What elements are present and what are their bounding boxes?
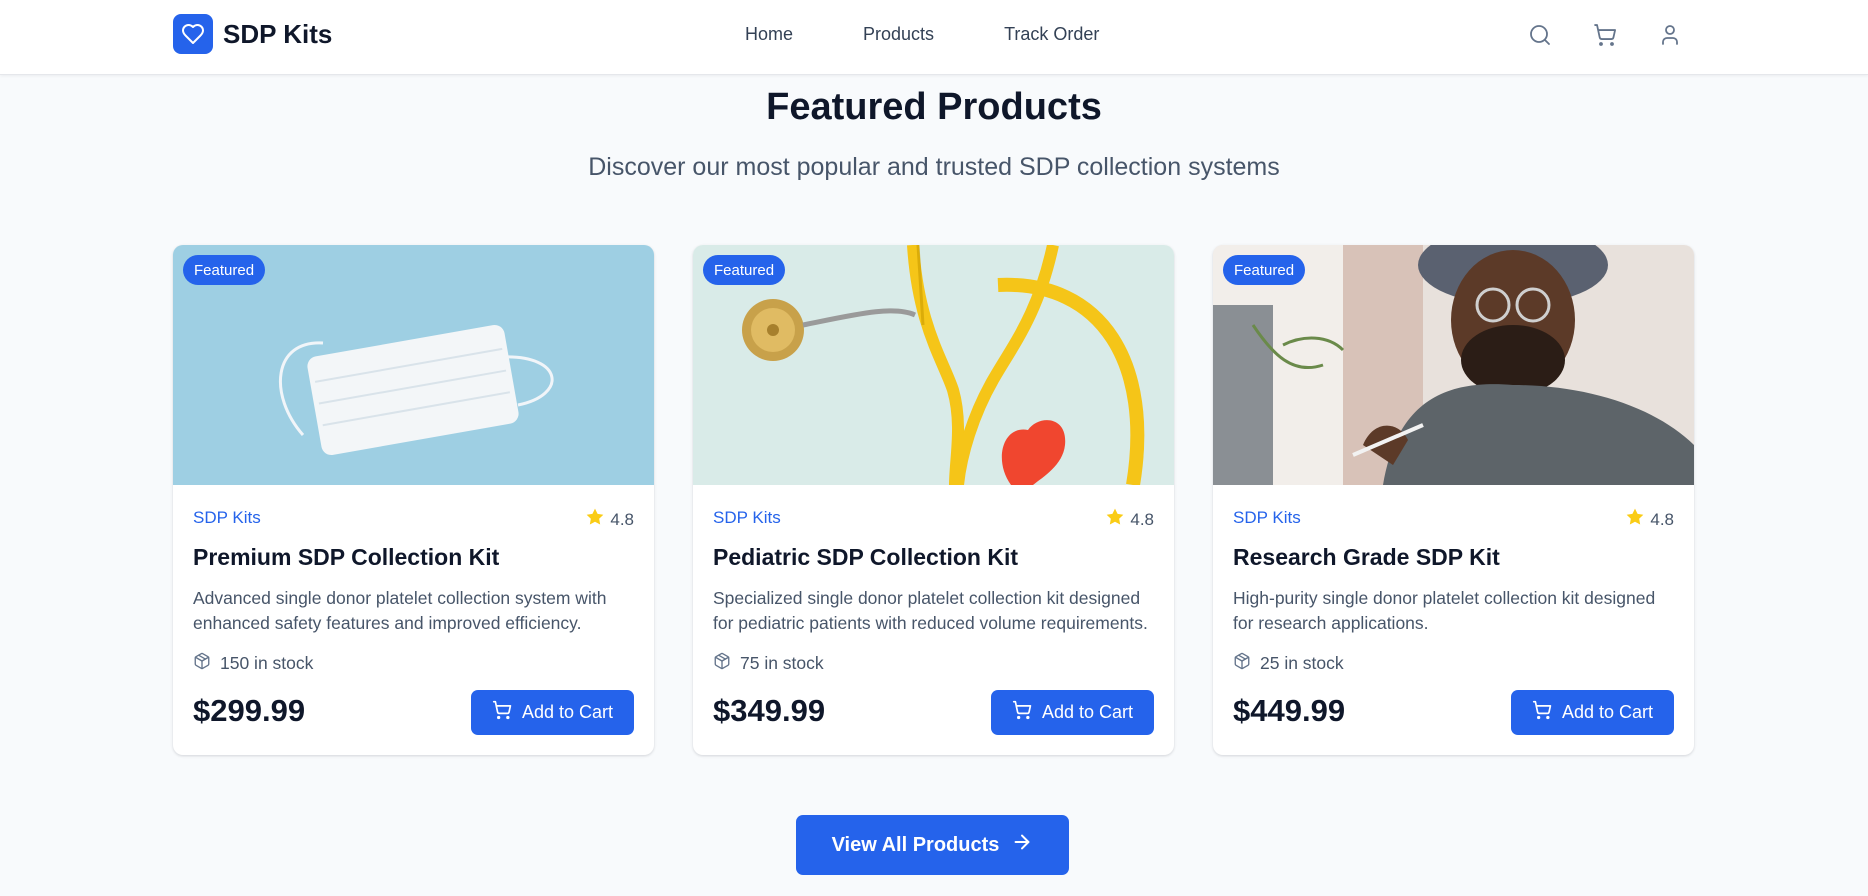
main-nav: Home Products Track Order [745,24,1099,45]
product-title[interactable]: Premium SDP Collection Kit [193,544,499,571]
package-icon [193,652,211,675]
product-title[interactable]: Research Grade SDP Kit [1233,544,1500,571]
star-icon [1105,507,1125,532]
featured-badge: Featured [1223,255,1306,285]
brand-name: SDP Kits [223,18,333,49]
nav-track-order[interactable]: Track Order [1004,24,1099,45]
product-description: High-purity single donor platelet collec… [1233,588,1656,633]
product-rating: 4.8 [1105,507,1154,532]
featured-badge: Featured [703,255,786,285]
package-icon [1233,652,1251,675]
product-image-researcher[interactable]: Featured [1213,245,1694,485]
stock-info: 75 in stock [713,652,824,675]
package-icon [713,652,731,675]
view-all-products-button[interactable]: View All Products [796,815,1069,875]
cart-icon [1012,700,1032,725]
star-icon [1625,507,1645,532]
rating-value: 4.8 [1650,509,1674,529]
cart-icon [1532,700,1552,725]
product-description: Specialized single donor platelet collec… [713,588,1148,633]
star-icon [585,507,605,532]
stock-count: 150 in stock [220,653,314,673]
stock-info: 150 in stock [193,652,313,675]
rating-value: 4.8 [1130,509,1154,529]
product-rating: 4.8 [585,507,634,532]
add-to-cart-button[interactable]: Add to Cart [471,690,634,735]
cart-icon [492,700,512,725]
stock-count: 75 in stock [740,653,824,673]
product-brand[interactable]: SDP Kits [713,508,781,528]
product-image-surgical-mask[interactable]: Featured [173,245,654,485]
add-to-cart-button[interactable]: Add to Cart [1511,690,1674,735]
rating-value: 4.8 [610,509,634,529]
user-icon[interactable] [1658,23,1682,47]
featured-badge: Featured [183,255,266,285]
product-rating: 4.8 [1625,507,1674,532]
product-image-stethoscope[interactable]: Featured [693,245,1174,485]
product-card[interactable]: Featured SDP Kits 4.8 Premium SDP Collec… [173,245,654,755]
section-subtitle: Discover our most popular and trusted SD… [588,153,1280,181]
nav-home[interactable]: Home [745,24,793,45]
product-card[interactable]: Featured SDP Kits 4.8 Research Grade SDP… [1213,245,1694,755]
brand-link[interactable]: SDP Kits [173,14,332,54]
product-brand[interactable]: SDP Kits [193,508,261,528]
section-title: Featured Products [766,86,1102,128]
view-all-label: View All Products [831,833,1000,856]
add-to-cart-label: Add to Cart [1041,702,1134,722]
stock-info: 25 in stock [1233,652,1344,675]
add-to-cart-button[interactable]: Add to Cart [991,690,1154,735]
product-price: $449.99 [1233,693,1346,728]
add-to-cart-label: Add to Cart [521,702,614,722]
arrow-right-icon [1011,831,1033,859]
product-brand[interactable]: SDP Kits [1233,508,1301,528]
search-icon[interactable] [1528,23,1552,47]
stock-count: 25 in stock [1260,653,1344,673]
product-price: $299.99 [193,693,306,728]
product-price: $349.99 [713,693,826,728]
add-to-cart-label: Add to Cart [1561,702,1654,722]
site-header: SDP Kits Home Products Track Order [0,0,1868,75]
cart-icon[interactable] [1593,23,1617,47]
product-title[interactable]: Pediatric SDP Collection Kit [713,544,1018,571]
product-card[interactable]: Featured SDP Kits 4.8 Pediatric SDP Coll… [693,245,1174,755]
product-description: Advanced single donor platelet collectio… [193,588,607,633]
nav-products[interactable]: Products [863,24,934,45]
header-actions [1528,23,1682,47]
heart-logo-icon [173,14,213,54]
